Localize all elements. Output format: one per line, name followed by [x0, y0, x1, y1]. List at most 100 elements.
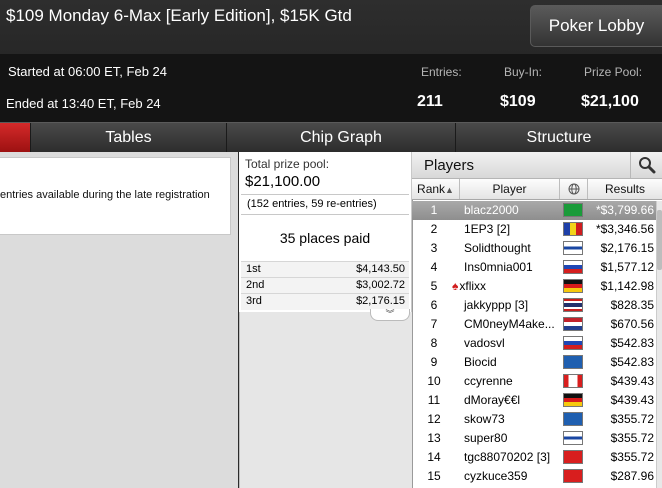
player-rank: 4 [430, 260, 438, 274]
player-row[interactable]: 14 tgc88070202 [3] $355.72 [412, 448, 656, 467]
player-result: $2,176.15 [600, 241, 654, 255]
payout-row: 1st $4,143.50 [241, 261, 409, 278]
players-title: Players [424, 157, 475, 174]
player-name: dMoray€€l [464, 393, 521, 407]
player-row[interactable]: 3 Solidthought $2,176.15 [412, 239, 656, 258]
player-row[interactable]: 12 skow73 $355.72 [412, 410, 656, 429]
player-result: $670.56 [610, 317, 654, 331]
player-row[interactable]: 13 super80 $355.72 [412, 429, 656, 448]
tab-info-active[interactable] [0, 123, 30, 153]
player-name: ccyrenne [464, 374, 513, 388]
buyin-label: Buy-In: [504, 65, 543, 79]
russia-flag-icon [563, 336, 583, 350]
player-rank: 14 [427, 450, 441, 464]
player-name: vadosvl [464, 336, 505, 350]
player-row[interactable]: 4 Ins0mnia001 $1,577.12 [412, 258, 656, 277]
finland-flag-icon [563, 241, 583, 255]
player-result: $1,577.12 [600, 260, 654, 274]
player-row[interactable]: 10 ccyrenne $439.43 [412, 372, 656, 391]
player-row[interactable]: 1 blacz2000 *$3,799.66 [412, 201, 656, 220]
end-time: Ended at 13:40 ET, Feb 24 [6, 96, 161, 111]
germany-flag-icon [563, 279, 583, 293]
player-result: *$3,799.66 [595, 203, 654, 217]
entries-note: (152 entries, 59 re-entries) [247, 198, 377, 210]
sort-ascending-icon: ▲ [445, 185, 454, 195]
player-name: 1EP3 [2] [464, 222, 511, 236]
player-name: skow73 [464, 412, 505, 426]
player-rank: 7 [430, 317, 438, 331]
tab-chip-graph[interactable]: Chip Graph [226, 123, 455, 153]
player-rank: 1 [430, 203, 438, 217]
entries-value: 211 [417, 93, 443, 110]
player-column-header[interactable]: Player [460, 179, 560, 199]
entries-label: Entries: [421, 65, 462, 79]
player-result: $355.72 [610, 412, 654, 426]
player-rank: 3 [430, 241, 438, 255]
brazil-flag-icon [563, 203, 583, 217]
prize-pool-value: $21,100 [581, 93, 639, 110]
player-result: $439.43 [610, 393, 654, 407]
payout-row: 3rd $2,176.15 [241, 293, 409, 310]
search-players-button[interactable] [630, 152, 662, 178]
player-rank: 10 [427, 374, 441, 388]
player-row[interactable]: 15 cyzkuce359 $287.96 [412, 467, 656, 486]
china-flag-icon [563, 450, 583, 464]
players-list: 1 blacz2000 *$3,799.66 2 1EP3 [2] *$3,34… [412, 201, 656, 486]
player-rank: 15 [427, 469, 441, 483]
player-row[interactable]: 7 CM0neyM4ake... $670.56 [412, 315, 656, 334]
places-paid: 35 places paid [279, 230, 371, 246]
magnifier-icon [639, 157, 656, 174]
poker-lobby-button[interactable]: Poker Lobby [530, 5, 662, 47]
canada-flag-icon [563, 374, 583, 388]
payout-amount: $4,143.50 [356, 263, 405, 275]
spade-badge-icon: ♠ [452, 279, 459, 293]
payout-amount: $2,176.15 [356, 295, 405, 307]
divider [241, 214, 409, 215]
player-name: Ins0mnia001 [464, 260, 533, 274]
payout-place: 3rd [246, 295, 262, 307]
germany-flag-icon [563, 393, 583, 407]
player-result: $355.72 [610, 431, 654, 445]
player-row[interactable]: 6 jakkyppp [3] $828.35 [412, 296, 656, 315]
player-rank: 8 [430, 336, 438, 350]
player-result: $1,142.98 [600, 279, 654, 293]
payout-place: 2nd [246, 279, 265, 291]
payout-amount: $3,002.72 [356, 279, 405, 291]
player-rank: 11 [427, 393, 441, 407]
tournament-title: $109 Monday 6-Max [Early Edition], $15K … [6, 6, 352, 25]
late-registration-text: entries available during the late regist… [0, 189, 210, 201]
player-name: CM0neyM4ake... [464, 317, 555, 331]
player-result: $355.72 [610, 450, 654, 464]
buyin-value: $109 [500, 93, 536, 110]
tab-structure[interactable]: Structure [455, 123, 662, 153]
player-rank: 5 [430, 279, 438, 293]
total-prize-pool-label: Total prize pool: [245, 157, 330, 171]
globe-icon [568, 183, 579, 195]
netherlands-flag-icon [563, 317, 583, 331]
players-column-header: Rank▲ Player Results [412, 179, 662, 200]
sweden-flag-icon [563, 412, 583, 426]
player-result: $439.43 [610, 374, 654, 388]
results-column-header[interactable]: Results [588, 179, 662, 199]
total-prize-pool-value: $21,100.00 [245, 173, 321, 190]
expand-payouts-button[interactable]: ︾ [370, 309, 410, 321]
tab-tables[interactable]: Tables [30, 123, 226, 153]
player-name: tgc88070202 [3] [464, 450, 551, 464]
player-name: ♠xflixx [452, 279, 487, 293]
player-name: blacz2000 [464, 203, 519, 217]
rank-column-header[interactable]: Rank▲ [412, 179, 460, 199]
russia-flag-icon [563, 260, 583, 274]
country-column-header[interactable] [560, 179, 588, 199]
player-name: Biocid [464, 355, 497, 369]
scrollbar-thumb[interactable] [657, 210, 662, 270]
player-row[interactable]: 2 1EP3 [2] *$3,346.56 [412, 220, 656, 239]
player-row[interactable]: 5 ♠xflixx $1,142.98 [412, 277, 656, 296]
player-result: $287.96 [610, 469, 654, 483]
player-rank: 12 [427, 412, 441, 426]
player-rank: 2 [430, 222, 438, 236]
player-result: $542.83 [610, 336, 654, 350]
china-flag-icon [563, 469, 583, 483]
player-row[interactable]: 11 dMoray€€l $439.43 [412, 391, 656, 410]
player-row[interactable]: 9 Biocid $542.83 [412, 353, 656, 372]
player-row[interactable]: 8 vadosvl $542.83 [412, 334, 656, 353]
